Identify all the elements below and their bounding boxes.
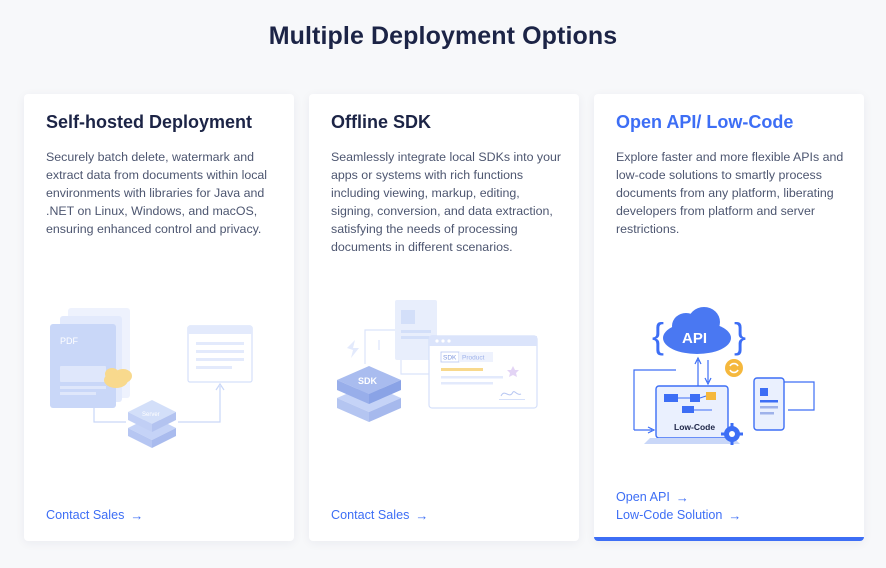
pdf-document-icon: PDF <box>50 324 116 408</box>
open-api-illustration: { } API Low-Code <box>633 307 815 445</box>
arrow-right-icon: → <box>130 507 144 523</box>
arrow-right-icon: → <box>728 507 742 523</box>
api-cloud-icon: API <box>663 307 731 354</box>
open-api-link[interactable]: Open API → <box>616 490 689 504</box>
arrow-right-icon: → <box>415 507 429 523</box>
card-offline-sdk: Offline SDK Seamlessly integrate local S… <box>309 94 579 541</box>
low-code-solution-link[interactable]: Low-Code Solution → <box>616 508 741 522</box>
api-label: API <box>682 330 707 347</box>
card-title: Open API/ Low-Code <box>616 112 794 132</box>
contact-sales-label: Contact Sales <box>331 508 410 522</box>
active-card-indicator <box>594 537 864 541</box>
sdk-product-window-icon: SDK Product <box>428 335 538 409</box>
card-title: Offline SDK <box>331 112 432 132</box>
lightning-icon <box>347 340 359 358</box>
card-description: Securely batch delete, watermark and ext… <box>46 150 268 236</box>
open-api-label: Open API <box>616 490 670 504</box>
card-description: Seamlessly integrate local SDKs into you… <box>331 150 562 254</box>
contact-sales-label: Contact Sales <box>46 508 125 522</box>
sdk-label: SDK <box>358 376 378 386</box>
sdk-stack-icon: SDK <box>337 366 401 422</box>
low-code-solution-label: Low-Code Solution <box>616 508 723 522</box>
brace-left-icon: { <box>652 315 664 356</box>
card-title: Self-hosted Deployment <box>46 112 253 132</box>
offline-sdk-illustration: SDK SDK Product <box>337 300 538 422</box>
brace-right-icon: } <box>734 315 746 356</box>
self-hosted-illustration: PDF Server <box>50 308 253 448</box>
pdf-label: PDF <box>60 336 79 346</box>
low-code-label: Low-Code <box>674 422 715 432</box>
card-self-hosted: Self-hosted Deployment Securely batch de… <box>24 94 294 541</box>
server-label: Server <box>142 412 160 418</box>
mobile-device-icon <box>753 377 785 431</box>
arrow-right-icon: → <box>675 489 689 505</box>
sync-icon <box>725 359 743 377</box>
section-title: Multiple Deployment Options <box>268 22 618 50</box>
contact-sales-link[interactable]: Contact Sales → <box>46 508 143 522</box>
deployment-options-section: Multiple Deployment Options Self-hosted … <box>0 0 886 568</box>
card-description: Explore faster and more flexible APIs an… <box>616 150 844 236</box>
contact-sales-link[interactable]: Contact Sales → <box>331 508 428 522</box>
server-icon: Server <box>128 400 176 448</box>
sdk-tag-label: SDK <box>443 355 457 362</box>
card-open-api-low-code: Open API/ Low-Code Explore faster and mo… <box>594 94 864 541</box>
product-tag-label: Product <box>462 355 485 362</box>
browser-window-icon <box>187 325 253 383</box>
